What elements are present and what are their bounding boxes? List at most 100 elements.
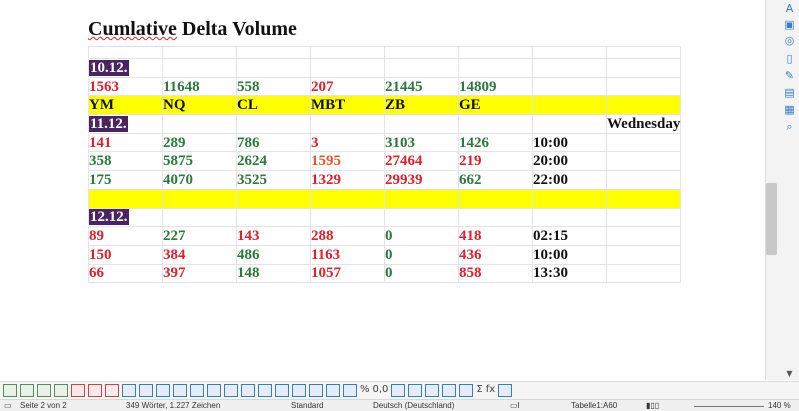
- table-cell[interactable]: [605, 132, 682, 153]
- number-format-icon[interactable]: [343, 384, 357, 397]
- table-cell[interactable]: [88, 188, 163, 209]
- table-cell[interactable]: [605, 188, 682, 209]
- table-cell[interactable]: 219: [458, 151, 533, 172]
- table-cell[interactable]: [162, 114, 237, 134]
- table-cell[interactable]: 150: [88, 244, 163, 265]
- table-cell[interactable]: 148: [236, 263, 311, 284]
- table-cell[interactable]: [458, 46, 533, 59]
- background-color-icon[interactable]: [275, 384, 289, 397]
- scroll-down-icon[interactable]: ▼: [783, 368, 796, 380]
- table-cell[interactable]: 227: [162, 226, 237, 246]
- table-cell[interactable]: [605, 151, 682, 172]
- table-cell[interactable]: 11648: [162, 76, 237, 97]
- table-cell[interactable]: 141: [88, 132, 163, 153]
- table-cell[interactable]: 0: [384, 244, 459, 265]
- center-vertically-icon[interactable]: [241, 384, 255, 397]
- delta-volume-table[interactable]: 10.12. 1563 11648 558 207 21445 14809 YM NQ CL MBT…: [88, 46, 682, 284]
- table-cell[interactable]: [310, 58, 385, 78]
- table-cell[interactable]: 20:00: [532, 151, 607, 172]
- table-cell[interactable]: [532, 58, 607, 78]
- unprotect-cells-icon[interactable]: [459, 384, 474, 397]
- align-bottom-icon[interactable]: [258, 384, 272, 397]
- table-cell[interactable]: 1426: [458, 132, 533, 153]
- table-cell[interactable]: 89: [88, 226, 163, 246]
- sum-icon[interactable]: Σ: [476, 384, 482, 397]
- table-cell[interactable]: 662: [458, 170, 533, 190]
- selection-mode-icon[interactable]: ▭I: [510, 401, 520, 410]
- table-cell[interactable]: [532, 207, 607, 228]
- table-cell[interactable]: 1057: [310, 263, 385, 284]
- table-cell[interactable]: [605, 226, 682, 246]
- design-icon[interactable]: ▦: [783, 104, 796, 116]
- table-cell[interactable]: [532, 76, 607, 97]
- insert-rows-above-icon[interactable]: [3, 384, 17, 397]
- table-cell[interactable]: [605, 207, 682, 228]
- table-cell[interactable]: 143: [236, 226, 311, 246]
- table-cell[interactable]: [236, 58, 311, 78]
- table-cell[interactable]: 3: [310, 132, 385, 153]
- table-cell[interactable]: [162, 58, 237, 78]
- view-layout-icons[interactable]: ▮▯▯: [646, 401, 659, 410]
- table-cell[interactable]: 29939: [384, 170, 459, 190]
- table-cell[interactable]: 0: [384, 226, 459, 246]
- table-cell[interactable]: 2624: [236, 151, 311, 172]
- table-props-icon[interactable]: [498, 384, 513, 397]
- border-color-icon[interactable]: [326, 384, 340, 397]
- split-table-icon[interactable]: [190, 384, 204, 397]
- table-cell[interactable]: 1563: [88, 76, 163, 97]
- table-cell[interactable]: [310, 46, 385, 59]
- zoom-slider[interactable]: [694, 406, 764, 407]
- table-cell[interactable]: [88, 46, 163, 59]
- table-cell[interactable]: YM: [88, 95, 163, 116]
- delete-table-icon[interactable]: [105, 384, 119, 397]
- table-cell[interactable]: [162, 46, 237, 59]
- table-cell[interactable]: [384, 188, 459, 209]
- table-cell[interactable]: NQ: [162, 95, 237, 116]
- page-style[interactable]: Standard: [291, 401, 323, 410]
- table-cell[interactable]: [605, 170, 682, 190]
- table-cell[interactable]: [605, 263, 682, 284]
- table-cell[interactable]: 397: [162, 263, 237, 284]
- protect-cells-icon[interactable]: [442, 384, 457, 397]
- table-cell[interactable]: [310, 114, 385, 134]
- insert-columns-after-icon[interactable]: [54, 384, 68, 397]
- table-cell[interactable]: 858: [458, 263, 533, 284]
- table-cell[interactable]: 5875: [162, 151, 237, 172]
- page-icon[interactable]: ▯: [783, 53, 796, 65]
- page-count[interactable]: Seite 2 von 2: [20, 401, 67, 410]
- table-cell[interactable]: 10.12.: [88, 58, 163, 78]
- document-page[interactable]: Cumlative Delta Volume 10.12. 1563 11648 55…: [0, 0, 765, 380]
- table-properties-icon[interactable]: [391, 384, 406, 397]
- table-cell[interactable]: [605, 58, 682, 78]
- gallery-icon[interactable]: ▣: [783, 19, 796, 31]
- zoom-level[interactable]: 140 %: [768, 401, 791, 410]
- styles-icon[interactable]: A: [783, 3, 796, 15]
- table-cell[interactable]: 3525: [236, 170, 311, 190]
- table-cell[interactable]: 66: [88, 263, 163, 284]
- vertical-scrollbar-thumb[interactable]: [766, 183, 777, 255]
- table-cell[interactable]: 175: [88, 170, 163, 190]
- decimal-icon[interactable]: 0,0: [373, 384, 389, 397]
- table-cell[interactable]: [310, 207, 385, 228]
- table-cell[interactable]: 14809: [458, 76, 533, 97]
- table-cell[interactable]: 418: [458, 226, 533, 246]
- table-cell[interactable]: 27464: [384, 151, 459, 172]
- table-cell[interactable]: 11.12.: [88, 114, 163, 134]
- table-cell[interactable]: [605, 76, 682, 97]
- table-cell[interactable]: [384, 46, 459, 59]
- table-cell[interactable]: GE: [458, 95, 533, 116]
- table-cell[interactable]: CL: [236, 95, 311, 116]
- table-cell[interactable]: [458, 188, 533, 209]
- find-icon[interactable]: ⌕: [783, 121, 796, 133]
- insert-columns-before-icon[interactable]: [37, 384, 51, 397]
- select-table-icon[interactable]: [122, 384, 136, 397]
- table-cell[interactable]: [532, 46, 607, 59]
- table-cell[interactable]: 12.12.: [88, 207, 163, 228]
- table-cell[interactable]: [236, 114, 311, 134]
- table-cell[interactable]: 4070: [162, 170, 237, 190]
- table-cell[interactable]: 358: [88, 151, 163, 172]
- table-cell[interactable]: 0: [384, 263, 459, 284]
- border-style-icon[interactable]: [309, 384, 323, 397]
- table-cell[interactable]: 13:30: [532, 263, 607, 284]
- table-cell[interactable]: [532, 188, 607, 209]
